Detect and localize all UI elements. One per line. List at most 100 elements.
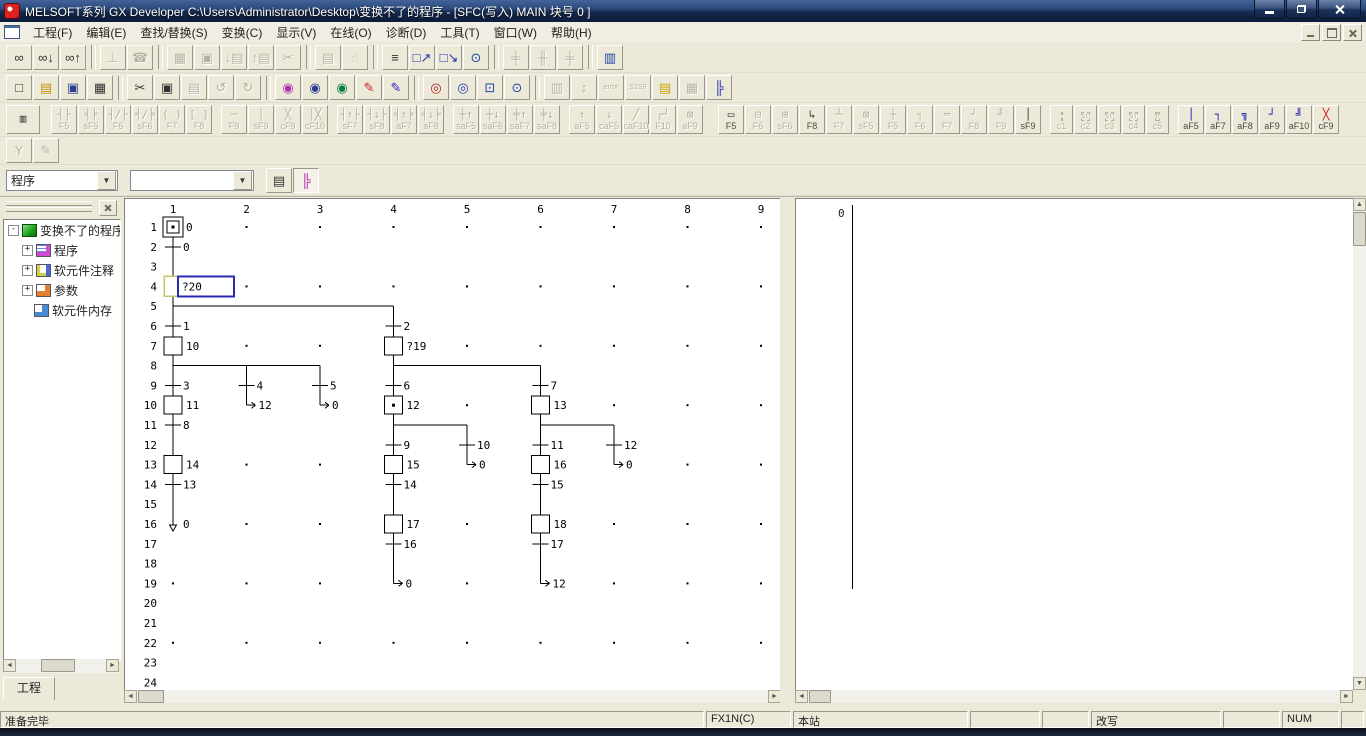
- invert-down-button[interactable]: ↓caF5: [596, 105, 622, 134]
- copy-button[interactable]: ▣: [154, 75, 180, 100]
- drag-and-drop-button[interactable]: ☝: [342, 45, 368, 70]
- delete-branch-button[interactable]: ⊠aF9: [677, 105, 703, 134]
- program-transfer-button[interactable]: ↕: [571, 75, 597, 100]
- sfc-h-scrollbar[interactable]: ◄ ►: [124, 690, 781, 703]
- sfc-diagram-view-button[interactable]: ╠: [293, 168, 319, 193]
- sfc-comment-button[interactable]: c1: [1050, 105, 1073, 134]
- data-paste-button[interactable]: ▤: [315, 45, 341, 70]
- menu-窗口[interactable]: 窗口(W): [487, 22, 544, 43]
- open-contact-branch-button[interactable]: ╡╞sF5: [78, 105, 104, 134]
- ladder-h-scrollbar[interactable]: ◄ ►: [795, 690, 1353, 703]
- sfc-r-attribute-button[interactable]: Rc5: [1146, 105, 1169, 134]
- sfc-draw-parallel-join-button[interactable]: ╝aF10: [1286, 105, 1312, 134]
- zoom-source-window-button[interactable]: ▤: [266, 168, 292, 193]
- sfc-delete-line-button[interactable]: ╳cF9: [1313, 105, 1339, 134]
- redo-button[interactable]: ↻: [235, 75, 261, 100]
- tab-project[interactable]: 工程: [3, 677, 55, 700]
- step-execution-button[interactable]: ╪: [503, 45, 529, 70]
- sfc-editor-canvas[interactable]: 1234567891234567891011121314151617181920…: [124, 198, 781, 691]
- all-device-display-button[interactable]: ▦: [679, 75, 705, 100]
- horizontal-line-button[interactable]: ─F9: [221, 105, 247, 134]
- tree-expander[interactable]: +: [22, 285, 33, 296]
- pane-splitter[interactable]: [780, 197, 795, 711]
- copy-data-button[interactable]: ▣: [194, 45, 220, 70]
- invert-up-button[interactable]: ↑aF5: [569, 105, 595, 134]
- sfc-transition-button[interactable]: ┼F5: [880, 105, 906, 134]
- data-verify-button[interactable]: ✂: [275, 45, 301, 70]
- sfc-selection-branch-button[interactable]: ┐F6: [907, 105, 933, 134]
- menu-编辑[interactable]: 编辑(E): [79, 22, 133, 43]
- open-contact-button[interactable]: ┤├F5: [51, 105, 77, 134]
- cross-reference-button[interactable]: ⊥: [100, 45, 126, 70]
- find-device-prev-button[interactable]: ∞↑: [60, 45, 86, 70]
- menu-显示[interactable]: 显示(V): [269, 22, 323, 43]
- data-read-button[interactable]: ↑▤: [248, 45, 274, 70]
- sfc-se-attribute-button[interactable]: SEc3: [1098, 105, 1121, 134]
- zoom-ladder-button[interactable]: ⊡: [477, 75, 503, 100]
- falling-pulse-branch-button[interactable]: ╡↓╞aF8: [418, 105, 444, 134]
- menu-工具[interactable]: 工具(T): [433, 22, 486, 43]
- sfc-block-step-button[interactable]: ⊟F6: [745, 105, 771, 134]
- closed-contact-branch-button[interactable]: ╡/╞sF6: [132, 105, 158, 134]
- monitor-start-button[interactable]: ◎: [423, 75, 449, 100]
- tree-expander[interactable]: +: [22, 245, 33, 256]
- neg-falling-pulse-branch-button[interactable]: ╪↓saF8: [534, 105, 560, 134]
- panel-grip[interactable]: [6, 201, 92, 206]
- tree-h-scrollbar[interactable]: ◄ ►: [3, 659, 119, 673]
- find-device-button[interactable]: ∞: [6, 45, 32, 70]
- delete-vertical-line-button[interactable]: │╳cF10: [302, 105, 328, 134]
- tree-item-memory[interactable]: 软元件内存: [4, 300, 120, 320]
- tree-item-program[interactable]: +程序: [4, 240, 120, 260]
- sfc-parallel-branch-button[interactable]: ═F7: [934, 105, 960, 134]
- restore-button[interactable]: [1286, 0, 1317, 19]
- application-instruction-button[interactable]: [ ]F8: [186, 105, 212, 134]
- coil-button[interactable]: ( )F7: [159, 105, 185, 134]
- menu-变换[interactable]: 变换(C): [215, 22, 270, 43]
- data-write-button[interactable]: ↓▤: [221, 45, 247, 70]
- mdi-restore-button[interactable]: [1322, 24, 1341, 41]
- monitor-condition-button[interactable]: ⊙: [504, 75, 530, 100]
- ladder-v-scrollbar[interactable]: ▲ ▼: [1353, 198, 1366, 690]
- sfc-draw-vertical-line-button[interactable]: │aF5: [1178, 105, 1204, 134]
- branch-line-button[interactable]: ┌┘F10: [650, 105, 676, 134]
- time-chart-monitor-button[interactable]: ⊙: [463, 45, 489, 70]
- sfc-parallel-join-button[interactable]: ╝F9: [988, 105, 1014, 134]
- tree-expander[interactable]: +: [22, 265, 33, 276]
- sfc-jump-button[interactable]: ↳F8: [799, 105, 825, 134]
- open-project-button[interactable]: ▤: [33, 75, 59, 100]
- find-device-next-button[interactable]: ∞↓: [33, 45, 59, 70]
- sfc-step-attribute-button[interactable]: Y: [6, 138, 32, 163]
- chevron-down-icon[interactable]: ▼: [233, 171, 252, 190]
- panel-grip[interactable]: [6, 207, 92, 212]
- tree-panel-close-button[interactable]: [99, 200, 117, 216]
- device-monitor-button[interactable]: ◉: [302, 75, 328, 100]
- sfc-comment-edit-button[interactable]: ✎: [33, 138, 59, 163]
- undo-button[interactable]: ↺: [208, 75, 234, 100]
- sfc-end-step-button[interactable]: ┴F7: [826, 105, 852, 134]
- error-jump-button[interactable]: error: [598, 75, 624, 100]
- instruction-list-button[interactable]: ▤: [652, 75, 678, 100]
- sfc-block-list-display-button[interactable]: ▥: [6, 105, 40, 134]
- tree-expander[interactable]: -: [8, 225, 19, 236]
- neg-rising-pulse-button[interactable]: ┼↑saF5: [453, 105, 479, 134]
- arrange-window-button[interactable]: □↘: [436, 45, 462, 70]
- sfc-tree-display-button[interactable]: ╠: [706, 75, 732, 100]
- menu-工程[interactable]: 工程(F): [26, 22, 79, 43]
- sfc-selection-join-button[interactable]: ┘F8: [961, 105, 987, 134]
- ladder-zoom-pane[interactable]: 0: [795, 198, 1354, 691]
- monitor-stop-button[interactable]: ◎: [450, 75, 476, 100]
- ladder-v-scroll-thumb[interactable]: [1353, 212, 1366, 246]
- vertical-line-button[interactable]: │sF9: [248, 105, 274, 134]
- block-select-combo[interactable]: ▼: [130, 170, 254, 191]
- paste-button[interactable]: ▤: [181, 75, 207, 100]
- tree-item-project[interactable]: -变换不了的程序: [4, 220, 120, 240]
- delete-horizontal-line-button[interactable]: ╳cF9: [275, 105, 301, 134]
- cut-button[interactable]: ✂: [127, 75, 153, 100]
- neg-falling-pulse-button[interactable]: ┼↓saF6: [480, 105, 506, 134]
- sfc-dummy-step-button[interactable]: ⊠sF5: [853, 105, 879, 134]
- mdi-document-icon[interactable]: [4, 25, 20, 39]
- ladder-monitor-button[interactable]: ◉: [275, 75, 301, 100]
- sfc-macro-step-button[interactable]: ⊞sF6: [772, 105, 798, 134]
- entry-data-monitor-button[interactable]: ◉: [329, 75, 355, 100]
- sfc-st-attribute-button[interactable]: STc4: [1122, 105, 1145, 134]
